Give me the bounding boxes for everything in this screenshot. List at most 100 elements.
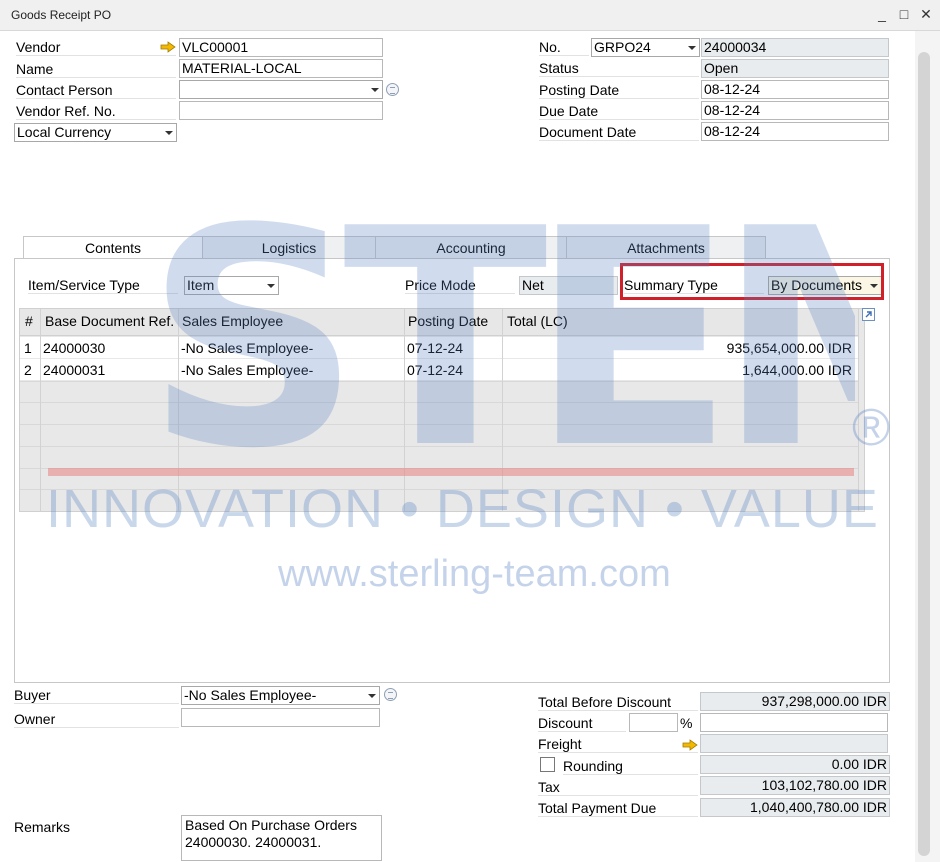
document-date-label: Document Date bbox=[539, 124, 699, 141]
table-row[interactable]: 2 24000031 -No Sales Employee- 07-12-24 … bbox=[20, 359, 858, 380]
rounding-field: 0.00 IDR bbox=[700, 755, 890, 774]
remarks-line: Based On Purchase Orders bbox=[185, 817, 357, 833]
buyer-dropdown[interactable]: -No Sales Employee- bbox=[181, 686, 380, 705]
tab-attachments[interactable]: Attachments bbox=[566, 236, 766, 260]
column-divider bbox=[502, 309, 503, 511]
tax-field: 103,102,780.00 IDR bbox=[700, 776, 890, 795]
remarks-label: Remarks bbox=[14, 819, 71, 835]
row-divider bbox=[20, 381, 858, 382]
row-divider bbox=[20, 468, 858, 469]
due-date-field[interactable]: 08-12-24 bbox=[701, 101, 889, 120]
info-icon[interactable] bbox=[384, 688, 397, 701]
total-lc[interactable]: 935,654,000.00 IDR bbox=[727, 340, 852, 356]
tab-logistics[interactable]: Logistics bbox=[202, 236, 376, 260]
name-field[interactable]: MATERIAL-LOCAL bbox=[179, 59, 383, 78]
tab-accounting[interactable]: Accounting bbox=[375, 236, 567, 260]
contact-person-dropdown[interactable] bbox=[179, 80, 383, 99]
link-arrow-icon[interactable] bbox=[682, 739, 698, 751]
total-before-discount-field: 937,298,000.00 IDR bbox=[700, 692, 890, 711]
currency-value: Local Currency bbox=[17, 124, 112, 140]
column-header-num[interactable]: # bbox=[25, 313, 33, 329]
contact-person-label: Contact Person bbox=[16, 82, 176, 99]
posting-date-label: Posting Date bbox=[539, 82, 699, 99]
status-label: Status bbox=[539, 60, 699, 77]
series-value: GRPO24 bbox=[594, 39, 651, 55]
document-number-field: 24000034 bbox=[701, 38, 889, 57]
table-row[interactable]: 1 24000030 -No Sales Employee- 07-12-24 … bbox=[20, 337, 858, 358]
chevron-down-icon bbox=[371, 88, 379, 92]
remarks-line: 24000030. 24000031. bbox=[185, 834, 322, 850]
vendor-ref-field[interactable] bbox=[179, 101, 383, 120]
no-label: No. bbox=[539, 39, 589, 56]
row-divider bbox=[20, 489, 858, 490]
status-field: Open bbox=[701, 59, 889, 78]
maximize-button[interactable]: □ bbox=[895, 5, 913, 23]
column-divider bbox=[40, 309, 41, 511]
base-document-ref[interactable]: 24000030 bbox=[43, 340, 105, 356]
item-type-label: Item/Service Type bbox=[28, 277, 178, 294]
column-header-posting-date[interactable]: Posting Date bbox=[408, 313, 488, 329]
base-document-ref[interactable]: 24000031 bbox=[43, 362, 105, 378]
sales-employee[interactable]: -No Sales Employee- bbox=[181, 362, 313, 378]
row-divider bbox=[20, 424, 858, 425]
percent-sign: % bbox=[680, 715, 693, 731]
currency-dropdown[interactable]: Local Currency bbox=[14, 123, 177, 142]
document-lines-table: # Base Document Ref. Sales Employee Post… bbox=[19, 308, 865, 512]
vendor-field[interactable]: VLC00001 bbox=[179, 38, 383, 57]
posting-date[interactable]: 07-12-24 bbox=[407, 340, 463, 356]
total-lc[interactable]: 1,644,000.00 IDR bbox=[742, 362, 852, 378]
price-mode-label: Price Mode bbox=[405, 277, 515, 294]
remarks-textarea[interactable]: Based On Purchase Orders 24000030. 24000… bbox=[181, 815, 382, 861]
posting-date-field[interactable]: 08-12-24 bbox=[701, 80, 889, 99]
column-divider bbox=[404, 309, 405, 511]
chevron-down-icon bbox=[267, 284, 275, 288]
window-title: Goods Receipt PO bbox=[11, 8, 112, 22]
chevron-down-icon bbox=[368, 694, 376, 698]
scrollbar-thumb[interactable] bbox=[918, 52, 930, 856]
column-divider bbox=[178, 309, 179, 511]
summary-type-highlight bbox=[620, 263, 884, 300]
posting-date[interactable]: 07-12-24 bbox=[407, 362, 463, 378]
discount-label: Discount bbox=[538, 715, 626, 732]
owner-label: Owner bbox=[14, 711, 179, 728]
total-payment-due-label: Total Payment Due bbox=[538, 800, 698, 817]
chevron-down-icon bbox=[165, 131, 173, 135]
buyer-label: Buyer bbox=[14, 687, 179, 704]
price-mode-field: Net bbox=[519, 276, 618, 295]
owner-field[interactable] bbox=[181, 708, 380, 727]
due-date-label: Due Date bbox=[539, 103, 699, 120]
freight-label: Freight bbox=[538, 736, 698, 753]
item-type-dropdown[interactable]: Item bbox=[184, 276, 279, 295]
close-button[interactable]: ✕ bbox=[917, 5, 935, 23]
discount-amount-field[interactable] bbox=[700, 713, 888, 732]
expand-table-icon[interactable] bbox=[862, 308, 875, 321]
table-header: # Base Document Ref. Sales Employee Post… bbox=[20, 309, 858, 336]
minimize-button[interactable]: _ bbox=[873, 5, 891, 23]
series-dropdown[interactable]: GRPO24 bbox=[591, 38, 700, 57]
column-header-sales-employee[interactable]: Sales Employee bbox=[182, 313, 283, 329]
chevron-down-icon bbox=[688, 46, 696, 50]
row-number: 2 bbox=[24, 362, 32, 378]
column-header-base-ref[interactable]: Base Document Ref. bbox=[45, 313, 174, 329]
link-arrow-icon[interactable] bbox=[160, 41, 176, 53]
row-divider bbox=[20, 402, 858, 403]
total-before-discount-label: Total Before Discount bbox=[538, 694, 698, 711]
tax-label: Tax bbox=[538, 779, 698, 796]
column-divider bbox=[858, 309, 859, 511]
title-bar: Goods Receipt PO _ □ ✕ bbox=[0, 0, 940, 31]
buyer-value: -No Sales Employee- bbox=[184, 687, 317, 703]
vendor-label: Vendor bbox=[16, 39, 176, 56]
document-date-field[interactable]: 08-12-24 bbox=[701, 122, 889, 141]
discount-percent-field[interactable] bbox=[629, 713, 678, 732]
column-header-total[interactable]: Total (LC) bbox=[507, 313, 568, 329]
item-type-value: Item bbox=[187, 277, 215, 293]
name-label: Name bbox=[16, 61, 176, 78]
vendor-ref-label: Vendor Ref. No. bbox=[16, 103, 176, 120]
row-number: 1 bbox=[24, 340, 32, 356]
rounding-label: Rounding bbox=[563, 758, 698, 775]
rounding-checkbox[interactable] bbox=[540, 757, 555, 772]
row-divider bbox=[20, 446, 858, 447]
info-icon[interactable] bbox=[386, 83, 399, 96]
sales-employee[interactable]: -No Sales Employee- bbox=[181, 340, 313, 356]
total-payment-due-field: 1,040,400,780.00 IDR bbox=[700, 798, 890, 817]
